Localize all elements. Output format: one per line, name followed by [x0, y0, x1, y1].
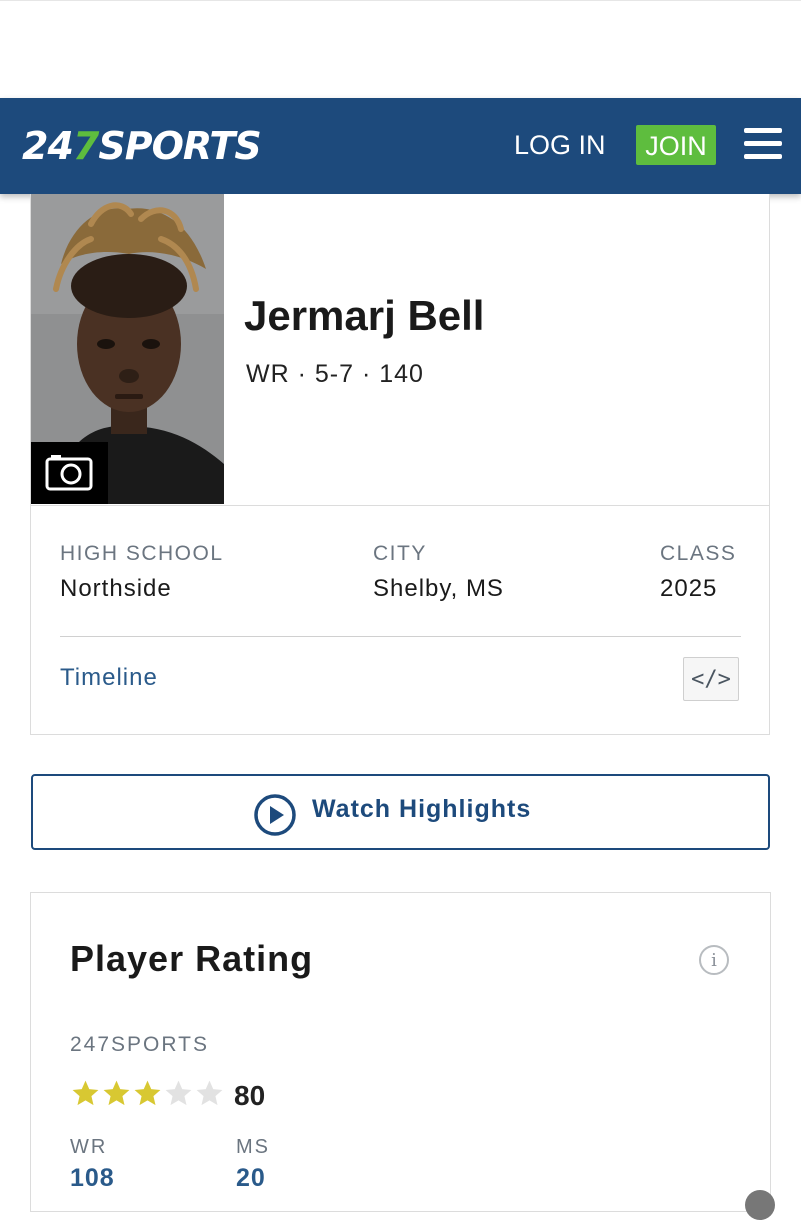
timeline-link[interactable]: Timeline	[60, 664, 158, 692]
scroll-to-top-button[interactable]	[745, 1190, 775, 1220]
high-school-label: HIGH SCHOOL	[60, 542, 224, 565]
star-filled-icon	[72, 1080, 99, 1106]
star-rating	[70, 1078, 225, 1109]
hamburger-menu-icon[interactable]	[744, 128, 782, 160]
state-rank-value[interactable]: 20	[236, 1164, 266, 1193]
play-circle-icon[interactable]	[253, 793, 297, 837]
site-logo[interactable]: 24 7 SPORTS	[22, 124, 262, 168]
divider	[30, 505, 770, 506]
rating-score: 80	[234, 1080, 266, 1111]
watch-highlights-label[interactable]: Watch Highlights	[312, 795, 531, 824]
state-rank-label: MS	[236, 1136, 270, 1158]
login-button[interactable]: LOG IN	[514, 128, 606, 162]
rating-source-label: 247SPORTS	[70, 1033, 210, 1056]
star-empty-icon	[196, 1080, 223, 1106]
embed-code-icon: </>	[691, 666, 731, 692]
embed-code-button[interactable]: </>	[683, 657, 739, 701]
class-label: CLASS	[660, 542, 737, 565]
join-button[interactable]: JOIN	[636, 125, 716, 165]
star-empty-icon	[165, 1080, 192, 1106]
star-filled-icon	[134, 1080, 161, 1106]
star-filled-icon	[103, 1080, 130, 1106]
city-label: CITY	[373, 542, 427, 565]
high-school-value: Northside	[60, 575, 172, 602]
player-rating-title: Player Rating	[70, 938, 314, 979]
player-name: Jermarj Bell	[244, 292, 485, 339]
status-area	[0, 0, 801, 99]
site-header: 24 7 SPORTS LOG IN JOIN	[0, 98, 801, 194]
class-value: 2025	[660, 575, 718, 602]
divider	[60, 636, 741, 637]
camera-icon[interactable]	[31, 442, 108, 504]
position-rank-value[interactable]: 108	[70, 1164, 115, 1193]
city-value: Shelby, MS	[373, 575, 504, 602]
player-position-height-weight: WR · 5-7 · 140	[246, 360, 424, 388]
position-rank-label: WR	[70, 1136, 108, 1158]
info-icon[interactable]: i	[699, 945, 729, 975]
